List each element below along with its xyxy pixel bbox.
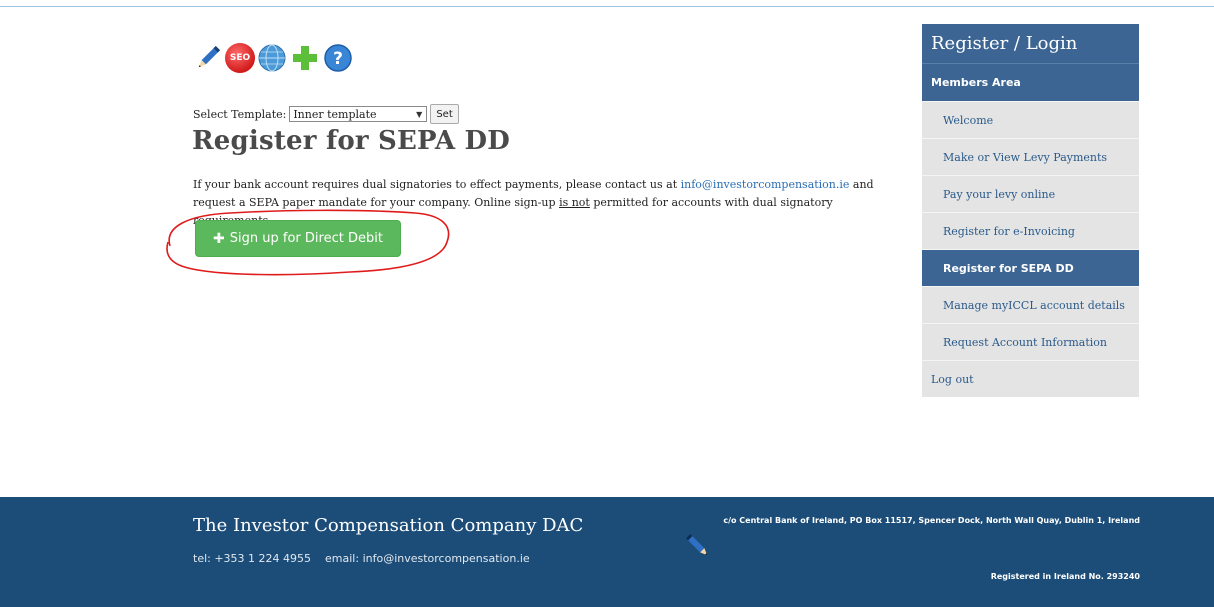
top-rule [0, 6, 1214, 7]
sidebar-item-log-out[interactable]: Log out [922, 360, 1139, 397]
sidebar-item-pay-levy-online[interactable]: Pay your levy online [922, 175, 1139, 212]
intro-text-part-1: If your bank account requires dual signa… [193, 178, 681, 191]
intro-text-emphasis: is not [559, 196, 590, 209]
chevron-down-icon: ▼ [416, 109, 423, 119]
sidebar-section-members-area[interactable]: Members Area [922, 63, 1139, 101]
sidebar-item-sepa-dd[interactable]: Register for SEPA DD [922, 249, 1139, 286]
sign-up-direct-debit-button[interactable]: ✚ Sign up for Direct Debit [195, 220, 401, 257]
template-select[interactable]: Inner template ▼ [289, 106, 428, 122]
footer-email[interactable]: email: info@investorcompensation.ie [325, 552, 530, 565]
icon-toolbar: SEO ? [192, 40, 355, 76]
sign-up-button-label: Sign up for Direct Debit [229, 231, 383, 246]
contact-email-link[interactable]: info@investorcompensation.ie [681, 178, 850, 191]
svg-text:?: ? [333, 49, 343, 69]
page-title: Register for SEPA DD [192, 126, 510, 156]
sidebar-header: Register / Login [922, 24, 1139, 63]
footer-address: c/o Central Bank of Ireland, PO Box 1151… [723, 516, 1140, 525]
sidebar-item-levy-payments[interactable]: Make or View Levy Payments [922, 138, 1139, 175]
footer-phone: tel: +353 1 224 4955 [193, 552, 312, 565]
plus-icon: ✚ [213, 230, 225, 247]
template-selector: Select Template: Inner template ▼ Set [193, 104, 459, 124]
footer-registration: Registered in Ireland No. 293240 [990, 572, 1140, 581]
sidebar-item-e-invoicing[interactable]: Register for e-Invoicing [922, 212, 1139, 249]
seo-icon[interactable]: SEO [225, 43, 255, 73]
set-template-button[interactable]: Set [430, 104, 459, 124]
pencil-icon[interactable] [682, 530, 714, 566]
sidebar: Register / Login Members Area Welcome Ma… [922, 24, 1139, 397]
globe-icon[interactable] [256, 42, 288, 74]
template-label: Select Template: [193, 107, 287, 121]
sidebar-item-account-information[interactable]: Request Account Information [922, 323, 1139, 360]
help-icon[interactable]: ? [322, 42, 354, 74]
pencil-icon[interactable] [192, 42, 224, 74]
footer-contact: tel: +353 1 224 4955 email: info@investor… [193, 552, 530, 565]
footer-company-name: The Investor Compensation Company DAC [193, 515, 584, 536]
template-select-value: Inner template [293, 107, 377, 121]
sidebar-item-welcome[interactable]: Welcome [922, 101, 1139, 138]
plus-icon[interactable] [289, 42, 321, 74]
seo-icon-text: SEO [229, 53, 251, 63]
footer: The Investor Compensation Company DAC te… [0, 497, 1214, 607]
sidebar-item-account-details[interactable]: Manage myICCL account details [922, 286, 1139, 323]
